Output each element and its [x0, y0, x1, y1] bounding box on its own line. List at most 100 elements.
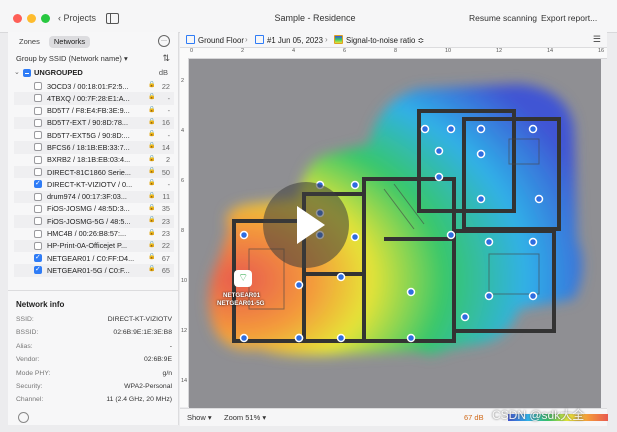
network-checkbox[interactable]	[34, 265, 42, 275]
lock-icon: 🔒	[148, 118, 156, 125]
network-checkbox[interactable]	[34, 179, 42, 189]
info-value: WPA2-Personal	[124, 382, 172, 390]
network-checkbox[interactable]	[34, 94, 42, 103]
sort-icon[interactable]: ⇅	[162, 53, 170, 64]
back-label: Projects	[63, 13, 97, 23]
close-window-button[interactable]	[13, 14, 22, 23]
network-row[interactable]: BFCS6 / 18:1B:EB:33:7... 🔒 14	[14, 141, 174, 154]
info-row: BSSID: 02:6B:9E:1E:3E:B8	[16, 329, 172, 342]
network-checkbox[interactable]	[34, 143, 42, 152]
activity-icon[interactable]	[18, 412, 29, 423]
breadcrumb-floor[interactable]: Ground Floor	[186, 35, 244, 45]
lock-icon: 🔒	[148, 217, 156, 224]
info-row: SSID: DIRECT-KT-VIZIOTV	[16, 316, 172, 329]
network-row[interactable]: BD5T7-EXT / 90:8D:78... 🔒 16	[14, 116, 174, 130]
wifi-router-icon[interactable]	[234, 270, 252, 287]
show-dropdown[interactable]: Show ▾	[187, 413, 212, 422]
access-point-label-1: NETGEAR01	[223, 292, 261, 299]
ruler-tick: 4	[292, 48, 296, 54]
network-checkbox[interactable]	[34, 118, 42, 127]
network-checkbox[interactable]	[34, 106, 42, 115]
lock-icon: 🔒	[148, 192, 156, 199]
network-row[interactable]: HMC4B / 00:26:B8:57:... 🔒 23	[14, 228, 174, 240]
network-signal: 23	[161, 216, 170, 226]
group-header[interactable]: ⌄ UNGROUPED dB	[14, 67, 170, 79]
zoom-dropdown[interactable]: Zoom 51% ▾	[224, 413, 266, 422]
more-options-icon[interactable]: ···	[158, 35, 170, 47]
network-row[interactable]: FiOS-JOSMG-5G / 48:5... 🔒 23	[14, 215, 174, 228]
network-name: BFCS6 / 18:1B:EB:33:7...	[47, 142, 130, 152]
ruler-tick: 12	[496, 48, 503, 54]
network-checkbox[interactable]	[34, 229, 42, 238]
tab-networks[interactable]: Networks	[48, 36, 91, 48]
network-checkbox[interactable]	[34, 131, 42, 140]
info-key: Mode PHY:	[16, 369, 51, 377]
network-signal: 22	[161, 81, 170, 91]
info-value: 02:6B:9E:1E:3E:B8	[113, 329, 172, 337]
zoom-window-button[interactable]	[41, 14, 50, 23]
group-checkbox[interactable]	[23, 69, 31, 77]
network-row[interactable]: 3OCD3 / 00:18:01:F2:5... 🔒 22	[14, 80, 174, 92]
network-name: 3OCD3 / 00:18:01:F2:5...	[47, 81, 129, 91]
sidebar-segmented-control: Zones Networks	[14, 36, 91, 48]
network-row[interactable]: DIRECT-81C1860 Serie... 🔒 50	[14, 166, 174, 179]
info-key: SSID:	[16, 316, 34, 323]
back-to-projects-button[interactable]: ‹ Projects	[58, 13, 96, 23]
network-row[interactable]: HP-Print-0A-Officejet P... 🔒 22	[14, 239, 174, 253]
ruler-tick: 8	[394, 48, 398, 54]
lock-icon: 🔒	[148, 82, 156, 88]
network-name: HMC4B / 00:26:B8:57:...	[47, 229, 127, 239]
network-name: FiOS-JOSMG / 48:5D:3...	[47, 204, 130, 214]
sidebar: Zones Networks ··· Group by SSID (Networ…	[8, 32, 179, 425]
network-signal: 67	[161, 253, 170, 263]
network-checkbox[interactable]	[34, 241, 42, 250]
network-checkbox[interactable]	[34, 168, 42, 177]
lock-icon: 🔒	[148, 168, 156, 175]
survey-icon	[255, 35, 264, 44]
network-row[interactable]: BD5T7-EXT5G / 90:8D:... 🔒 -	[14, 129, 174, 141]
network-checkbox[interactable]	[34, 192, 42, 201]
floor-plan-canvas[interactable]	[189, 59, 601, 408]
info-key: Security:	[16, 382, 43, 390]
export-report-button[interactable]: Export report...	[541, 13, 597, 23]
ruler-tick: 2	[181, 78, 185, 84]
tab-zones[interactable]: Zones	[14, 36, 45, 48]
network-row[interactable]: DIRECT-KT-VIZIOTV / 0... 🔒 -	[14, 178, 174, 190]
chevron-down-icon[interactable]: ⌄	[14, 68, 20, 76]
breadcrumb-survey[interactable]: #1 Jun 05, 2023	[255, 35, 323, 45]
network-row[interactable]: BD5T7 / F8:E4:FB:3E:9... 🔒 -	[14, 105, 174, 117]
group-by-dropdown[interactable]: Group by SSID (Network name) ▾	[16, 54, 128, 63]
lock-icon: 🔒	[148, 94, 156, 101]
breadcrumb-metric[interactable]: Signal-to-noise ratio ≎	[334, 35, 424, 45]
minimize-window-button[interactable]	[27, 14, 36, 23]
network-row[interactable]: BXRB2 / 18:1B:EB:03:4... 🔒 2	[14, 154, 174, 166]
sidebar-toggle-icon[interactable]	[106, 13, 119, 24]
lock-icon: 🔒	[148, 180, 156, 187]
title-bar: ‹ Projects Sample - Residence Resume sca…	[0, 0, 617, 33]
play-icon[interactable]	[263, 182, 349, 268]
watermark: CSDN @sdk大全	[492, 408, 585, 422]
network-signal: 50	[161, 167, 170, 177]
network-row[interactable]: FiOS-JOSMG / 48:5D:3... 🔒 35	[14, 203, 174, 215]
network-checkbox[interactable]	[34, 155, 42, 164]
network-signal: 14	[161, 142, 170, 152]
info-row: Channel: 11 (2.4 GHz, 20 MHz)	[16, 396, 172, 409]
network-checkbox[interactable]	[34, 204, 42, 213]
breadcrumb: Ground Floor › #1 Jun 05, 2023 › Signal-…	[180, 32, 607, 48]
resume-scanning-button[interactable]: Resume scanning	[469, 13, 537, 23]
info-key: Alias:	[16, 342, 33, 350]
ruler-tick: 6	[343, 48, 347, 54]
network-checkbox[interactable]	[34, 253, 42, 263]
network-checkbox[interactable]	[34, 217, 42, 226]
filter-settings-icon[interactable]: ☰	[593, 34, 601, 45]
ruler-tick: 10	[445, 48, 452, 54]
network-row[interactable]: 4TBXQ / 00:7F:28:E1:A... 🔒 -	[14, 92, 174, 105]
network-row[interactable]: NETGEAR01-5G / C0:F... 🔒 65	[14, 264, 174, 277]
info-value: g/n	[162, 369, 172, 377]
network-row[interactable]: NETGEAR01 / C0:FF:D4... 🔒 67	[14, 252, 174, 264]
access-point-label-2: NETGEAR01-5G	[217, 300, 265, 307]
network-row[interactable]: drum974 / 00:17:3F:03... 🔒 11	[14, 190, 174, 203]
network-checkbox[interactable]	[34, 82, 42, 90]
lock-icon: 🔒	[148, 229, 156, 236]
lock-icon: 🔒	[148, 241, 156, 248]
